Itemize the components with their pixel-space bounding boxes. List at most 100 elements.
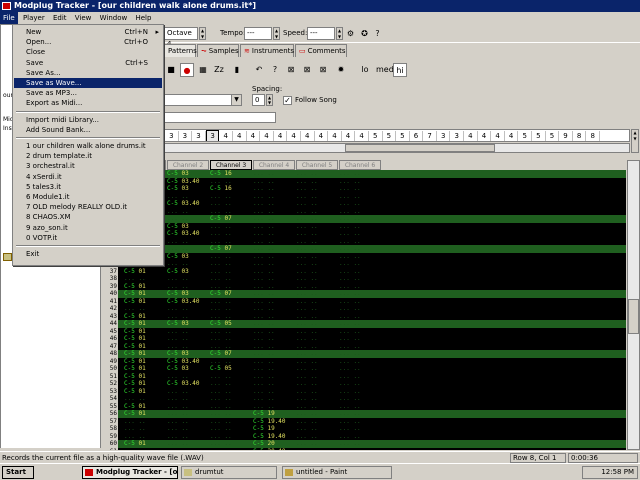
pattern-cell[interactable]: ... .. bbox=[253, 290, 295, 298]
pattern-cell[interactable]: ... .. bbox=[210, 230, 252, 238]
order-item[interactable]: 3 bbox=[205, 130, 220, 141]
pattern-cell[interactable]: C-5 01 bbox=[124, 268, 166, 276]
channel-header-6[interactable]: Channel 6 bbox=[339, 160, 381, 170]
order-item[interactable]: 8 bbox=[586, 131, 600, 141]
pattern-cell[interactable]: C-5 05 bbox=[210, 320, 252, 328]
settings-icon[interactable]: ⚙ bbox=[345, 28, 356, 39]
pattern-cell[interactable]: ... .. bbox=[253, 358, 295, 366]
pattern-cell[interactable]: ... .. bbox=[253, 335, 295, 343]
pattern-cell[interactable]: ... .. bbox=[296, 358, 338, 366]
octave-spinner[interactable]: ▲ ▼ bbox=[199, 27, 206, 40]
pattern-cell[interactable]: ... .. bbox=[210, 223, 252, 231]
pattern-cell[interactable]: ... .. bbox=[253, 253, 295, 261]
pattern-cell[interactable]: C-5 03.40 bbox=[167, 358, 209, 366]
pattern-cell[interactable]: C-5 01 bbox=[124, 403, 166, 411]
pattern-cell[interactable]: C-5 01 bbox=[124, 283, 166, 291]
pattern-cell[interactable]: ... .. bbox=[253, 275, 295, 283]
order-item[interactable]: 5 bbox=[518, 131, 533, 141]
pattern-cell[interactable]: ... .. bbox=[167, 373, 209, 381]
menu-item[interactable]: 8 CHAOS.XM bbox=[14, 212, 162, 222]
pattern-cell[interactable]: ... .. bbox=[339, 380, 381, 388]
transpose-icon[interactable]: ⊠ bbox=[284, 63, 298, 77]
order-item[interactable]: 4 bbox=[315, 131, 329, 141]
pattern-cell[interactable]: ... .. bbox=[124, 425, 166, 433]
pattern-cell[interactable]: ... .. bbox=[296, 343, 338, 351]
pattern-cell[interactable]: C-5 03 bbox=[167, 268, 209, 276]
pattern-cell[interactable]: ... .. bbox=[210, 425, 252, 433]
order-scrollbar[interactable] bbox=[164, 143, 630, 153]
order-item[interactable]: 8 bbox=[573, 131, 587, 141]
menu-item[interactable]: Import midi Library... bbox=[14, 115, 162, 125]
pattern-cell[interactable]: ... .. bbox=[253, 395, 295, 403]
pattern-cell[interactable]: ... .. bbox=[339, 433, 381, 441]
pattern-cell[interactable]: C-5 03.40 bbox=[167, 380, 209, 388]
pattern-cell[interactable]: ... .. bbox=[296, 268, 338, 276]
pattern-cell[interactable]: ... .. bbox=[210, 268, 252, 276]
order-item[interactable]: 5 bbox=[546, 131, 560, 141]
pattern-cell[interactable]: ... .. bbox=[210, 373, 252, 381]
channel-header-2[interactable]: Channel 2 bbox=[167, 160, 209, 170]
pattern-cell[interactable]: ... .. bbox=[296, 215, 338, 223]
order-item[interactable]: 4 bbox=[355, 131, 369, 141]
pattern-cell[interactable]: C-5 03 bbox=[167, 170, 209, 178]
pattern-editor[interactable]: Channel 1Channel 2Channel 3Channel 4Chan… bbox=[104, 160, 626, 450]
pattern-cell[interactable]: C-5 01 bbox=[124, 358, 166, 366]
vu-meter-icon[interactable]: ▮ bbox=[230, 63, 244, 77]
pattern-cell[interactable]: ... .. bbox=[167, 328, 209, 336]
pattern-cell[interactable]: ... .. bbox=[339, 305, 381, 313]
spacing-field[interactable]: 0 bbox=[252, 94, 265, 106]
erase-icon[interactable]: ⊠ bbox=[316, 63, 330, 77]
pattern-cell[interactable]: ... .. bbox=[253, 350, 295, 358]
pattern-cell[interactable]: ... .. bbox=[339, 448, 381, 451]
pattern-cell[interactable]: ... .. bbox=[124, 275, 166, 283]
pattern-cell[interactable]: ... .. bbox=[339, 335, 381, 343]
pattern-cell[interactable]: ... .. bbox=[296, 238, 338, 246]
tab-patterns[interactable]: Patterns bbox=[164, 44, 197, 57]
tempo-spinner[interactable]: ▲ ▼ bbox=[273, 27, 280, 40]
pattern-cell[interactable]: ... .. bbox=[167, 403, 209, 411]
find-icon[interactable]: ? bbox=[268, 63, 282, 77]
menu-item[interactable]: Save As... bbox=[14, 68, 162, 78]
pattern-cell[interactable]: C-5 01 bbox=[124, 343, 166, 351]
pattern-cell[interactable]: ... .. bbox=[253, 328, 295, 336]
pattern-cell[interactable]: ... .. bbox=[167, 275, 209, 283]
pattern-cell[interactable]: ... .. bbox=[253, 320, 295, 328]
pattern-cell[interactable]: ... .. bbox=[253, 388, 295, 396]
pattern-cell[interactable]: ... .. bbox=[339, 298, 381, 306]
pattern-cell[interactable]: ... .. bbox=[253, 200, 295, 208]
pattern-cell[interactable]: ... .. bbox=[296, 298, 338, 306]
order-item[interactable]: 4 bbox=[505, 131, 519, 141]
pattern-cell[interactable]: C-5 01 bbox=[124, 320, 166, 328]
pattern-cell[interactable]: C-5 01 bbox=[124, 298, 166, 306]
pattern-cell[interactable]: ... .. bbox=[339, 253, 381, 261]
follow-song-checkbox[interactable]: ✓ bbox=[283, 96, 292, 105]
pattern-cell[interactable]: ... .. bbox=[167, 440, 209, 448]
pattern-cell[interactable]: ... .. bbox=[296, 223, 338, 231]
pattern-cell[interactable]: C-5 01 bbox=[124, 388, 166, 396]
pattern-cell[interactable]: C-5 07 bbox=[210, 215, 252, 223]
pattern-cell[interactable]: ... .. bbox=[167, 313, 209, 321]
pattern-cell[interactable]: C-5 03 bbox=[167, 320, 209, 328]
task-drumtut[interactable]: drumtut bbox=[181, 466, 277, 479]
menu-item[interactable]: Close bbox=[14, 47, 162, 57]
order-item[interactable]: 5 bbox=[383, 131, 397, 141]
menu-item[interactable]: 1 our children walk alone drums.it bbox=[14, 141, 162, 151]
order-item[interactable]: 4 bbox=[491, 131, 505, 141]
pattern-cell[interactable]: ... .. bbox=[210, 193, 252, 201]
pattern-cell[interactable]: ... .. bbox=[296, 178, 338, 186]
pattern-cell[interactable]: ... .. bbox=[167, 245, 209, 253]
pattern-cell[interactable]: ... .. bbox=[339, 268, 381, 276]
pattern-cell[interactable]: ... .. bbox=[296, 365, 338, 373]
menu-player[interactable]: Player bbox=[20, 12, 48, 24]
pattern-cell[interactable]: ... .. bbox=[339, 395, 381, 403]
pattern-cell[interactable]: ... .. bbox=[253, 223, 295, 231]
instrument-select[interactable]: ▼ bbox=[164, 94, 242, 106]
menu-item[interactable]: 4 xSerdi.it bbox=[14, 172, 162, 182]
pattern-cell[interactable]: C-5 05 bbox=[210, 365, 252, 373]
pattern-cell[interactable]: ... .. bbox=[210, 440, 252, 448]
pattern-cell[interactable]: ... .. bbox=[339, 350, 381, 358]
pattern-cell[interactable]: ... .. bbox=[210, 418, 252, 426]
pattern-cell[interactable]: ... .. bbox=[124, 448, 166, 451]
pattern-cell[interactable]: ... .. bbox=[339, 290, 381, 298]
order-list[interactable]: 33334444444444455567334444555988 bbox=[164, 129, 630, 142]
